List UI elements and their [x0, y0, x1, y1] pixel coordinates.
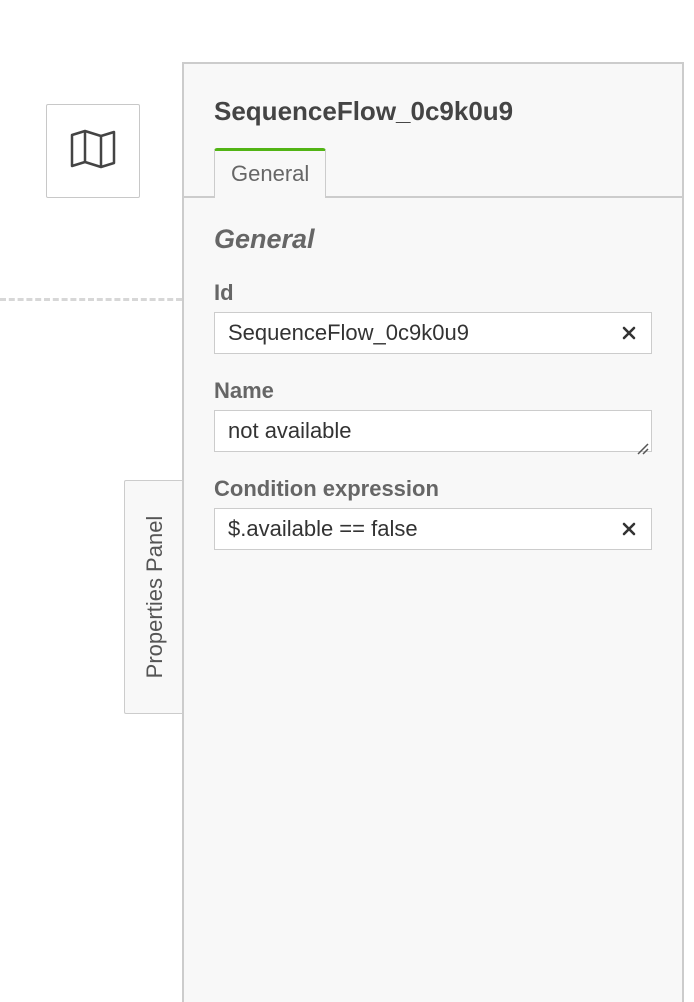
properties-panel-toggle-label: Properties Panel [141, 515, 167, 679]
properties-panel-toggle[interactable]: Properties Panel [124, 480, 184, 714]
clear-icon[interactable] [620, 520, 638, 538]
id-field[interactable]: SequenceFlow_0c9k0u9 [214, 312, 652, 354]
tab-general-label: General [231, 160, 310, 186]
properties-panel: SequenceFlow_0c9k0u9 General General Id … [182, 62, 684, 1002]
resize-handle-icon[interactable] [635, 435, 649, 455]
condition-expression-label: Condition expression [214, 476, 439, 501]
panel-header-title: SequenceFlow_0c9k0u9 [214, 96, 514, 126]
diagram-canvas[interactable]: Properties Panel SequenceFlow_0c9k0u9 Ge… [0, 0, 694, 1002]
clear-icon[interactable] [620, 324, 638, 342]
group-title: General [214, 224, 315, 254]
name-label: Name [214, 378, 274, 403]
minimap-toggle-button[interactable] [46, 104, 140, 198]
condition-expression-field[interactable]: $.available == false [214, 508, 652, 550]
tab-general[interactable]: General [214, 148, 327, 198]
condition-expression-value: $.available == false [228, 516, 418, 541]
name-value: not available [228, 418, 352, 443]
id-label: Id [214, 280, 234, 305]
sequence-flow-connection[interactable] [0, 298, 182, 301]
map-icon [69, 129, 117, 174]
name-field[interactable]: not available [214, 410, 652, 455]
id-value: SequenceFlow_0c9k0u9 [228, 320, 469, 345]
